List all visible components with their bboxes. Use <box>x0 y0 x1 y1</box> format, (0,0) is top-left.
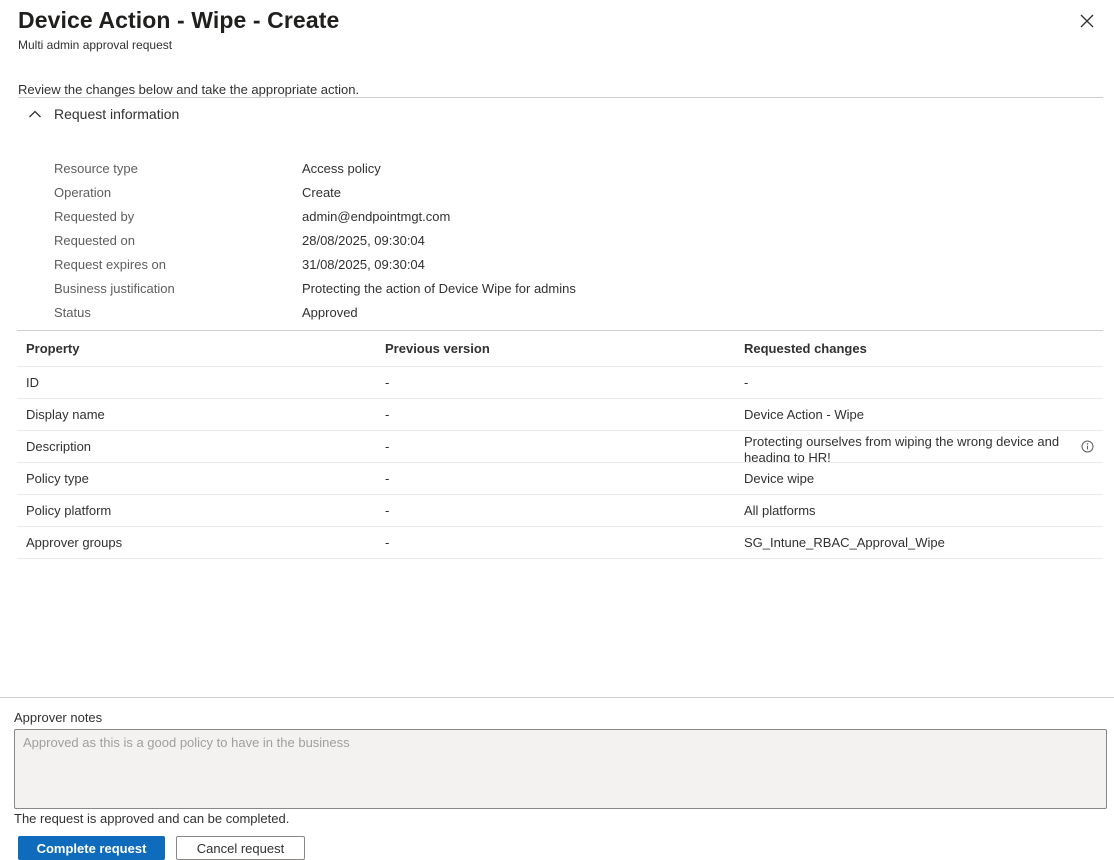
info-key: Operation <box>54 184 112 200</box>
info-row-status: Status Approved <box>54 300 576 324</box>
changes-table: Property Previous version Requested chan… <box>17 330 1103 559</box>
info-row-expires-on: Request expires on 31/08/2025, 09:30:04 <box>54 252 576 276</box>
info-key: Business justification <box>54 280 175 296</box>
info-row-requested-by: Requested by admin@endpointmgt.com <box>54 204 576 228</box>
column-header-requested-changes[interactable]: Requested changes <box>735 331 1103 366</box>
cell-requested: All platforms <box>744 503 816 518</box>
info-icon[interactable] <box>1081 440 1094 453</box>
info-row-requested-on: Requested on 28/08/2025, 09:30:04 <box>54 228 576 252</box>
cell-previous: - <box>385 439 390 454</box>
intro-text: Review the changes below and take the ap… <box>18 82 360 97</box>
status-message: The request is approved and can be compl… <box>14 811 290 826</box>
info-value: 31/08/2025, 09:30:04 <box>302 256 425 272</box>
cell-requested: Protecting ourselves from wiping the wro… <box>735 432 1103 462</box>
cell-property: Display name <box>26 407 105 422</box>
cell-requested: Device Action - Wipe <box>744 407 864 422</box>
table-row: Description - Protecting ourselves from … <box>17 431 1103 463</box>
info-key: Status <box>54 304 91 320</box>
table-row: Display name - Device Action - Wipe <box>17 399 1103 431</box>
close-icon <box>1080 14 1094 28</box>
cell-requested-text: Protecting ourselves from wiping the wro… <box>744 433 1060 462</box>
info-value: Access policy <box>302 160 381 176</box>
close-button[interactable] <box>1076 10 1098 32</box>
column-header-previous-version[interactable]: Previous version <box>376 341 735 356</box>
cell-previous: - <box>385 471 390 486</box>
complete-request-button[interactable]: Complete request <box>18 836 165 860</box>
info-value: 28/08/2025, 09:30:04 <box>302 232 425 248</box>
cell-requested: SG_Intune_RBAC_Approval_Wipe <box>744 535 945 550</box>
table-row: Policy platform - All platforms <box>17 495 1103 527</box>
info-key: Requested on <box>54 232 135 248</box>
table-header: Property Previous version Requested chan… <box>17 331 1103 367</box>
column-header-property[interactable]: Property <box>17 341 376 356</box>
section-label: Request information <box>54 106 180 122</box>
request-information-toggle[interactable]: Request information <box>28 106 179 122</box>
cell-requested: Device wipe <box>744 471 815 486</box>
info-row-business-justification: Business justification Protecting the ac… <box>54 276 576 300</box>
cell-previous: - <box>385 503 390 518</box>
footer-divider <box>0 697 1114 698</box>
cell-property: ID <box>26 375 39 390</box>
page-title: Device Action - Wipe - Create <box>18 7 340 33</box>
cancel-request-button[interactable]: Cancel request <box>176 836 305 860</box>
info-row-resource-type: Resource type Access policy <box>54 156 576 180</box>
approver-notes-field[interactable]: Approved as this is a good policy to hav… <box>14 729 1107 809</box>
cell-property: Description <box>26 439 92 454</box>
approver-notes-label: Approver notes <box>14 710 103 725</box>
page-subtitle: Multi admin approval request <box>18 38 173 52</box>
info-row-operation: Operation Create <box>54 180 576 204</box>
cell-previous: - <box>385 375 390 390</box>
table-row: ID - - <box>17 367 1103 399</box>
status-value: Approved <box>302 304 358 320</box>
divider <box>18 97 1103 98</box>
info-key: Resource type <box>54 160 138 176</box>
info-value: Create <box>302 184 342 200</box>
info-value: Protecting the action of Device Wipe for… <box>302 280 576 296</box>
info-key: Request expires on <box>54 256 167 272</box>
chevron-up-icon <box>28 107 42 121</box>
info-value: admin@endpointmgt.com <box>302 208 451 224</box>
cell-property: Approver groups <box>26 535 123 550</box>
cell-requested: - <box>744 375 749 390</box>
cell-property: Policy platform <box>26 503 112 518</box>
table-row: Approver groups - SG_Intune_RBAC_Approva… <box>17 527 1103 559</box>
request-info-list: Resource type Access policy Operation Cr… <box>54 156 576 324</box>
cell-previous: - <box>385 407 390 422</box>
panel-header: Device Action - Wipe - Create Multi admi… <box>18 6 1114 52</box>
cell-property: Policy type <box>26 471 89 486</box>
info-key: Requested by <box>54 208 135 224</box>
cell-previous: - <box>385 535 390 550</box>
table-row: Policy type - Device wipe <box>17 463 1103 495</box>
